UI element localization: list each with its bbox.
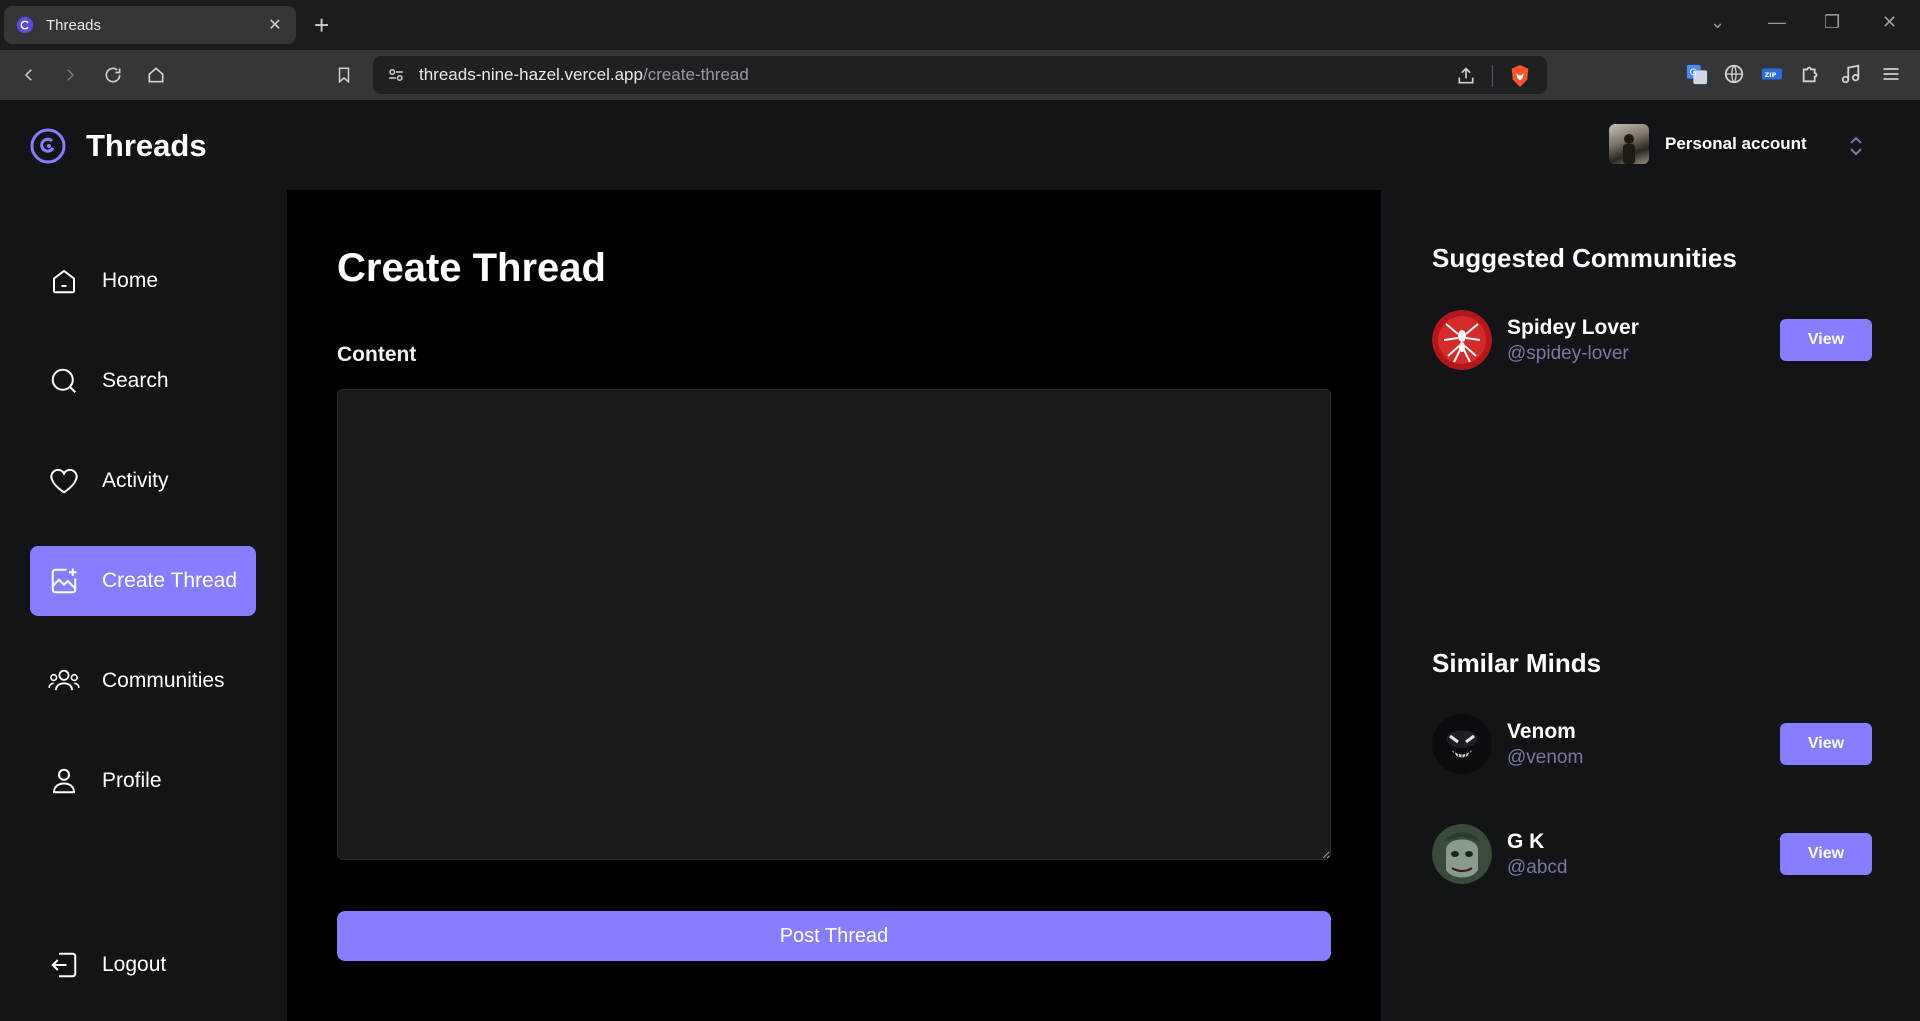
communities-icon <box>48 665 80 697</box>
extensions-puzzle-icon[interactable] <box>1800 63 1822 85</box>
nav-item-search[interactable]: Search <box>30 346 256 416</box>
forward-icon[interactable] <box>58 63 82 87</box>
google-translate-icon[interactable]: G <box>1686 63 1708 85</box>
address-bar[interactable]: threads-nine-hazel.vercel.app/create-thr… <box>373 56 1547 94</box>
user-name: G K <box>1507 829 1545 853</box>
user-name: Venom <box>1507 719 1576 743</box>
svg-text:G: G <box>1690 67 1697 78</box>
suggested-communities-title: Suggested Communities <box>1432 243 1737 273</box>
user-info: G K @abcd <box>1507 830 1780 879</box>
bookmark-icon[interactable] <box>332 63 356 87</box>
tab-search-chevron-icon[interactable]: ⌄ <box>1710 12 1725 33</box>
threads-logo-icon <box>30 128 66 164</box>
back-icon[interactable] <box>17 63 41 87</box>
menu-hamburger-icon[interactable] <box>1880 63 1902 85</box>
browser-toolbar: threads-nine-hazel.vercel.app/create-thr… <box>0 50 1920 100</box>
close-window-icon[interactable]: ✕ <box>1882 12 1897 33</box>
home-button-icon[interactable] <box>144 63 168 87</box>
main-content: Create Thread Content Post Thread <box>287 190 1381 1021</box>
community-avatar[interactable] <box>1432 310 1492 370</box>
tab-close-icon[interactable]: ✕ <box>266 15 284 35</box>
account-avatar <box>1609 124 1649 164</box>
page-title: Create Thread <box>337 246 606 290</box>
tab-title: Threads <box>46 16 102 34</box>
nav-label: Create Thread <box>102 569 238 592</box>
account-switcher[interactable]: Personal account <box>1609 124 1807 164</box>
community-row: Spidey Lover @spidey-lover View <box>1432 310 1872 370</box>
left-sidebar: Home Search Activity Create Thread Commu… <box>0 190 286 1021</box>
view-community-button[interactable]: View <box>1780 319 1872 361</box>
user-icon <box>48 765 80 797</box>
url-path: /create-thread <box>642 65 749 84</box>
user-row: G K @abcd View <box>1432 824 1872 884</box>
nav-label: Search <box>102 369 169 392</box>
thread-content-textarea[interactable] <box>337 389 1331 860</box>
globe-icon[interactable] <box>1723 63 1745 85</box>
divider <box>1492 65 1493 87</box>
account-name: Personal account <box>1665 134 1807 153</box>
create-thread-icon <box>48 565 80 597</box>
brave-shields-icon[interactable] <box>1509 64 1531 88</box>
user-avatar[interactable] <box>1432 824 1492 884</box>
threads-favicon-icon <box>16 16 34 34</box>
nav-label: Profile <box>102 769 162 792</box>
threads-app: Threads Personal account Home Search Act… <box>0 100 1920 1021</box>
user-handle: @venom <box>1507 746 1584 768</box>
view-user-button[interactable]: View <box>1780 723 1872 765</box>
nav-item-profile[interactable]: Profile <box>30 746 256 816</box>
app-logo[interactable]: Threads <box>30 128 207 164</box>
logout-icon <box>48 949 80 981</box>
nav-item-home[interactable]: Home <box>30 246 256 316</box>
heart-icon <box>48 465 80 497</box>
nav-item-communities[interactable]: Communities <box>30 646 256 716</box>
browser-tab[interactable]: Threads ✕ <box>4 6 296 44</box>
community-info: Spidey Lover @spidey-lover <box>1507 316 1780 365</box>
nav-label: Activity <box>102 469 169 492</box>
new-tab-icon[interactable]: + <box>314 12 329 38</box>
chevron-up-down-icon[interactable] <box>1848 134 1864 158</box>
search-icon <box>48 365 80 397</box>
view-user-button[interactable]: View <box>1780 833 1872 875</box>
user-info: Venom @venom <box>1507 720 1780 769</box>
svg-text:ZIP: ZIP <box>1765 71 1777 79</box>
media-music-icon[interactable] <box>1840 63 1862 85</box>
nav-label: Home <box>102 269 159 292</box>
user-handle: @abcd <box>1507 856 1568 878</box>
restore-icon[interactable]: ❐ <box>1824 12 1840 33</box>
minimize-icon[interactable]: — <box>1768 12 1786 33</box>
browser-tab-bar: Threads ✕ + ⌄ — ❐ ✕ <box>0 0 1920 50</box>
user-avatar[interactable] <box>1432 714 1492 774</box>
brand-name: Threads <box>86 128 207 163</box>
logout-label: Logout <box>102 953 167 976</box>
user-row: Venom @venom View <box>1432 714 1872 774</box>
app-topbar: Threads Personal account <box>0 100 1920 190</box>
site-settings-icon[interactable] <box>387 66 405 84</box>
reload-icon[interactable] <box>101 63 125 87</box>
share-icon[interactable] <box>1456 66 1476 86</box>
community-handle: @spidey-lover <box>1507 342 1629 364</box>
logout-button[interactable]: Logout <box>30 930 256 1000</box>
content-label: Content <box>337 343 417 366</box>
nav-item-activity[interactable]: Activity <box>30 446 256 516</box>
similar-minds-title: Similar Minds <box>1432 648 1602 678</box>
nav-item-create-thread[interactable]: Create Thread <box>30 546 256 616</box>
nav-label: Communities <box>102 669 225 692</box>
url-host: threads-nine-hazel.vercel.app <box>419 65 643 84</box>
post-thread-button[interactable]: Post Thread <box>337 911 1331 961</box>
home-icon <box>48 265 80 297</box>
right-sidebar: Suggested Communities Spidey Lover @spid… <box>1382 190 1920 1021</box>
zip-extension-icon[interactable]: ZIP <box>1761 63 1783 85</box>
community-name: Spidey Lover <box>1507 315 1639 339</box>
